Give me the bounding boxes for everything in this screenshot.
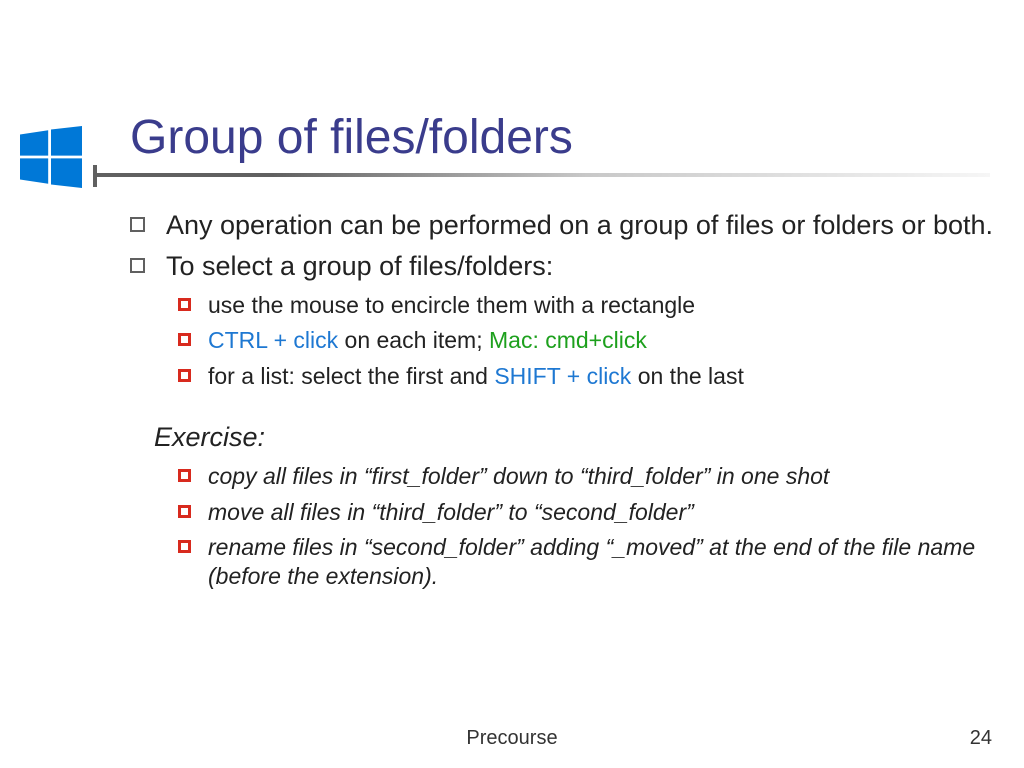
slide-title: Group of files/folders: [130, 110, 1024, 165]
square-bullet-icon: [130, 217, 145, 232]
windows-logo-icon: [20, 126, 82, 188]
footer-label: Precourse: [0, 727, 1024, 750]
title-divider: [93, 173, 990, 187]
page-number: 24: [970, 727, 992, 750]
exercise-text: move all files in “third_folder” to “sec…: [208, 499, 694, 525]
sub-bullet-item: for a list: select the first and SHIFT +…: [178, 362, 994, 391]
bullet-text: To select a group of files/folders:: [166, 251, 553, 281]
bullet-text: Any operation can be performed on a grou…: [166, 210, 993, 240]
sub-bullet-text: use the mouse to encircle them with a re…: [208, 292, 695, 318]
red-square-bullet-icon: [178, 469, 191, 482]
sub-bullet-text: on the last: [631, 363, 744, 389]
exercise-item: rename files in “second_folder” adding “…: [178, 533, 994, 592]
red-square-bullet-icon: [178, 505, 191, 518]
sub-bullet-text: on each item;: [338, 327, 489, 353]
exercise-item: move all files in “third_folder” to “sec…: [178, 498, 994, 527]
sub-bullet-item: CTRL + click on each item; Mac: cmd+clic…: [178, 326, 994, 355]
mac-cmd-click-text: Mac: cmd+click: [489, 327, 647, 353]
red-square-bullet-icon: [178, 369, 191, 382]
red-square-bullet-icon: [178, 298, 191, 311]
sub-bullet-item: use the mouse to encircle them with a re…: [178, 291, 994, 320]
square-bullet-icon: [130, 258, 145, 273]
bullet-item: To select a group of files/folders:: [130, 250, 994, 283]
exercise-heading: Exercise:: [154, 421, 994, 454]
shift-click-text: SHIFT + click: [494, 363, 631, 389]
exercise-text: copy all files in “first_folder” down to…: [208, 463, 829, 489]
ctrl-click-text: CTRL + click: [208, 327, 338, 353]
red-square-bullet-icon: [178, 540, 191, 553]
exercise-text: rename files in “second_folder” adding “…: [208, 534, 975, 589]
red-square-bullet-icon: [178, 333, 191, 346]
sub-bullet-text: for a list: select the first and: [208, 363, 494, 389]
exercise-item: copy all files in “first_folder” down to…: [178, 462, 994, 491]
slide-body: Any operation can be performed on a grou…: [130, 209, 994, 592]
bullet-item: Any operation can be performed on a grou…: [130, 209, 994, 242]
